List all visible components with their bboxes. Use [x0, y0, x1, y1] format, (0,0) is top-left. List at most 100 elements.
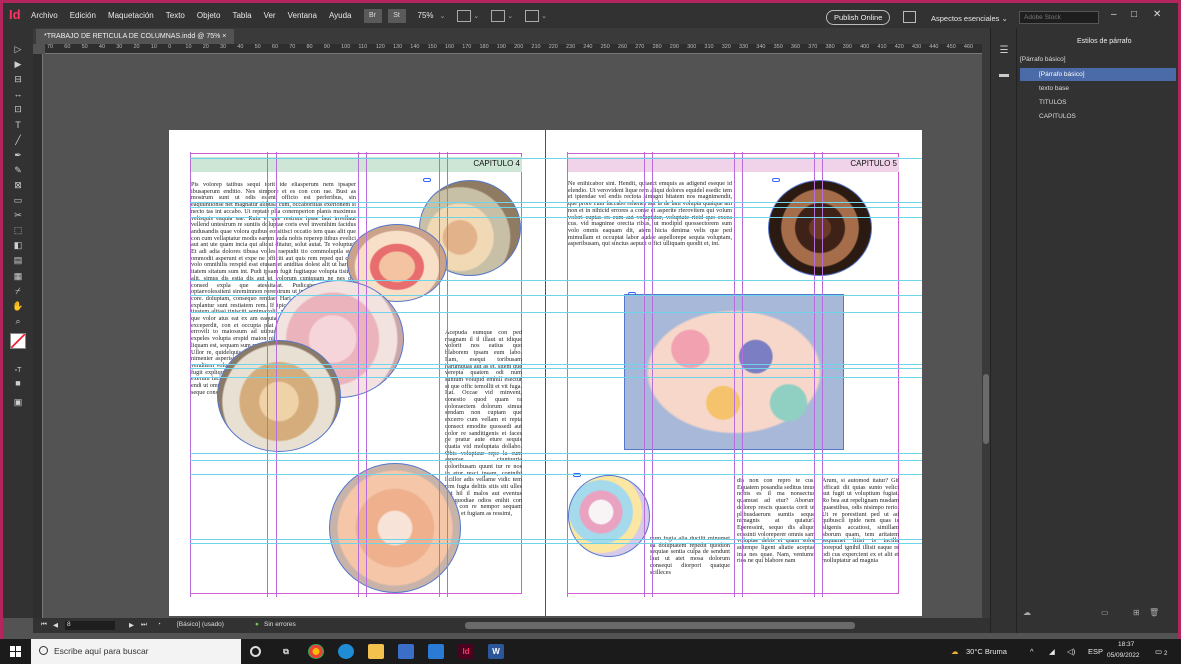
right-page-text-column-1[interactable]: Ne enihicabor sint. Hendit, quiaect emqu… — [568, 181, 732, 277]
new-folder-icon[interactable]: ▭ — [1101, 608, 1109, 617]
menu-texto[interactable]: Texto — [166, 11, 185, 20]
formatting-container-icon[interactable]: ▫T — [12, 365, 24, 376]
menu-objeto[interactable]: Objeto — [197, 11, 221, 20]
tray-chevron-icon[interactable]: ^ — [1030, 647, 1034, 656]
taskbar-search-input[interactable]: Escribe aquí para buscar — [31, 639, 241, 664]
style-item-titulos[interactable]: TITULOS — [1020, 96, 1176, 109]
colorful-macarons-photo[interactable] — [568, 475, 650, 557]
left-page-text-column-3[interactable]: Acepuda eumque con ped magnam il il illa… — [445, 330, 522, 593]
page-number-field[interactable]: 8 — [65, 621, 115, 630]
clock-time[interactable]: 18:37 — [1118, 641, 1134, 648]
eyedropper-tool-icon[interactable]: ⌿ — [12, 286, 24, 297]
master-label[interactable]: [Básico] (usado) — [177, 621, 224, 628]
panel-menu-icon[interactable]: ☰ — [998, 46, 1010, 56]
arrange-caret-icon[interactable]: ⌄ — [541, 12, 547, 20]
pen-tool-icon[interactable]: ✒ — [12, 150, 24, 161]
bear-cream-puffs-photo[interactable] — [217, 340, 341, 452]
edge-icon[interactable] — [338, 644, 354, 659]
menu-ayuda[interactable]: Ayuda — [329, 11, 352, 20]
first-page-icon[interactable]: ⏮ — [41, 621, 47, 629]
horizontal-ruler[interactable]: 70 60 50 40 30 20 10 0 10 20 30 40 50 60 70 80 90 100 110 1… — [45, 44, 990, 54]
gradient-feather-tool-icon[interactable]: ▤ — [12, 255, 24, 266]
right-page-text-column-3[interactable]: dis non con repro te cus. Equatem posand… — [737, 478, 815, 594]
minimize-icon[interactable]: – — [1111, 9, 1117, 20]
direct-selection-tool-icon[interactable]: ▶ — [12, 59, 24, 70]
pencil-tool-icon[interactable]: ✎ — [12, 165, 24, 176]
menu-archivo[interactable]: Archivo — [31, 11, 58, 20]
anchor-marker-icon[interactable] — [423, 178, 431, 182]
weather-text[interactable]: 30°C Bruma — [966, 647, 1007, 656]
cortana-icon[interactable] — [250, 646, 261, 657]
word-icon[interactable]: W — [488, 644, 504, 659]
clock-date[interactable]: 05/09/2022 — [1107, 652, 1140, 659]
gradient-tool-icon[interactable]: ◧ — [12, 240, 24, 251]
free-transform-tool-icon[interactable]: ⬚ — [12, 225, 24, 236]
screen-mode-icon[interactable] — [491, 9, 506, 22]
screen-mode-caret-icon[interactable]: ⌄ — [507, 12, 513, 20]
menu-ventana[interactable]: Ventana — [288, 11, 317, 20]
view-options-icon[interactable] — [457, 9, 472, 22]
adobe-stock-search-input[interactable]: Adobe Stock — [1019, 11, 1099, 24]
vertical-scrollbar[interactable] — [982, 44, 990, 618]
style-item-capitulos[interactable]: CAPITULOS — [1020, 110, 1176, 123]
open-page-icon[interactable]: ◔ — [157, 621, 161, 628]
view-options-caret-icon[interactable]: ⌄ — [473, 12, 479, 20]
new-style-icon[interactable]: ⊞ — [1133, 608, 1140, 617]
arrange-documents-icon[interactable] — [525, 9, 540, 22]
publish-online-button[interactable]: Publish Online — [826, 10, 891, 25]
rectangle-frame-tool-icon[interactable]: ⊠ — [12, 180, 24, 191]
preflight-errors[interactable]: Sin errores — [264, 621, 296, 628]
document-tab[interactable]: *TRABAJO DE RETICULA DE COLUMNAS.indd @ … — [36, 29, 235, 44]
style-item-texto-base[interactable]: texto base — [1020, 82, 1176, 95]
volume-icon[interactable]: ◁) — [1067, 647, 1075, 656]
selection-tool-icon[interactable]: ▷ — [12, 44, 24, 55]
scissors-tool-icon[interactable]: ✂ — [12, 210, 24, 221]
type-tool-icon[interactable]: T — [12, 120, 24, 131]
menu-edicion[interactable]: Edición — [70, 11, 96, 20]
zoom-level[interactable]: 75% — [418, 11, 434, 20]
gap-tool-icon[interactable]: ↔ — [12, 89, 24, 100]
apply-color-icon[interactable]: ■ — [12, 378, 24, 389]
chapter-4-title[interactable]: CAPITULO 4 — [191, 157, 522, 172]
zoom-tool-icon[interactable]: ⌕ — [12, 316, 24, 327]
style-item-basic[interactable]: [Párrafo básico] — [1020, 68, 1176, 81]
close-tab-icon[interactable]: × — [222, 33, 226, 40]
chocolate-macarons-photo[interactable] — [768, 180, 872, 276]
indesign-taskbar-icon[interactable]: Id — [458, 644, 474, 659]
menu-tabla[interactable]: Tabla — [232, 11, 251, 20]
network-icon[interactable]: ◢ — [1049, 647, 1055, 656]
bridge-button[interactable]: Br — [363, 8, 382, 23]
style-group-icon[interactable]: ☁ — [1023, 608, 1031, 617]
share-icon[interactable] — [903, 11, 916, 23]
weather-icon[interactable]: ☁ — [951, 647, 959, 656]
file-explorer-icon[interactable] — [368, 644, 384, 659]
right-page-text-column-4[interactable]: Arum, si automod itatur? Git officati di… — [822, 478, 899, 594]
mail-icon[interactable] — [428, 644, 444, 659]
delete-style-icon[interactable]: 🗑 — [1149, 608, 1159, 617]
comments-icon[interactable]: ▬ — [998, 70, 1010, 80]
close-window-icon[interactable]: ✕ — [1153, 9, 1161, 20]
note-tool-icon[interactable]: ▦ — [12, 271, 24, 282]
panel-title[interactable]: Estilos de párrafo — [1077, 38, 1131, 45]
page-tool-icon[interactable]: ⊟ — [12, 74, 24, 85]
menu-ver[interactable]: Ver — [264, 11, 276, 20]
maximize-icon[interactable]: □ — [1131, 9, 1137, 20]
view-mode-icon[interactable]: ▣ — [12, 397, 24, 408]
language-indicator[interactable]: ESP — [1088, 647, 1103, 656]
next-page-icon[interactable]: ▶ — [129, 621, 134, 629]
anchor-marker-icon[interactable] — [772, 178, 780, 182]
menu-maquetacion[interactable]: Maquetación — [108, 11, 154, 20]
content-collector-icon[interactable]: ⊡ — [12, 104, 24, 115]
rectangle-tool-icon[interactable]: ▭ — [12, 195, 24, 206]
fill-stroke-icon[interactable] — [10, 333, 26, 349]
store-icon[interactable] — [398, 644, 414, 659]
line-tool-icon[interactable]: ╱ — [12, 135, 24, 146]
zoom-dropdown-icon[interactable]: ⌄ — [440, 12, 446, 20]
hand-tool-icon[interactable]: ✋ — [12, 301, 24, 312]
task-view-icon[interactable]: ⧉ — [278, 644, 294, 659]
vertical-ruler[interactable] — [33, 54, 43, 618]
notifications-icon[interactable]: ▭ — [1155, 647, 1162, 656]
stock-button[interactable]: St — [387, 8, 406, 23]
windows-start-icon[interactable] — [10, 646, 21, 657]
workspace-switcher[interactable]: Aspectos esenciales ⌄ — [931, 14, 1008, 23]
